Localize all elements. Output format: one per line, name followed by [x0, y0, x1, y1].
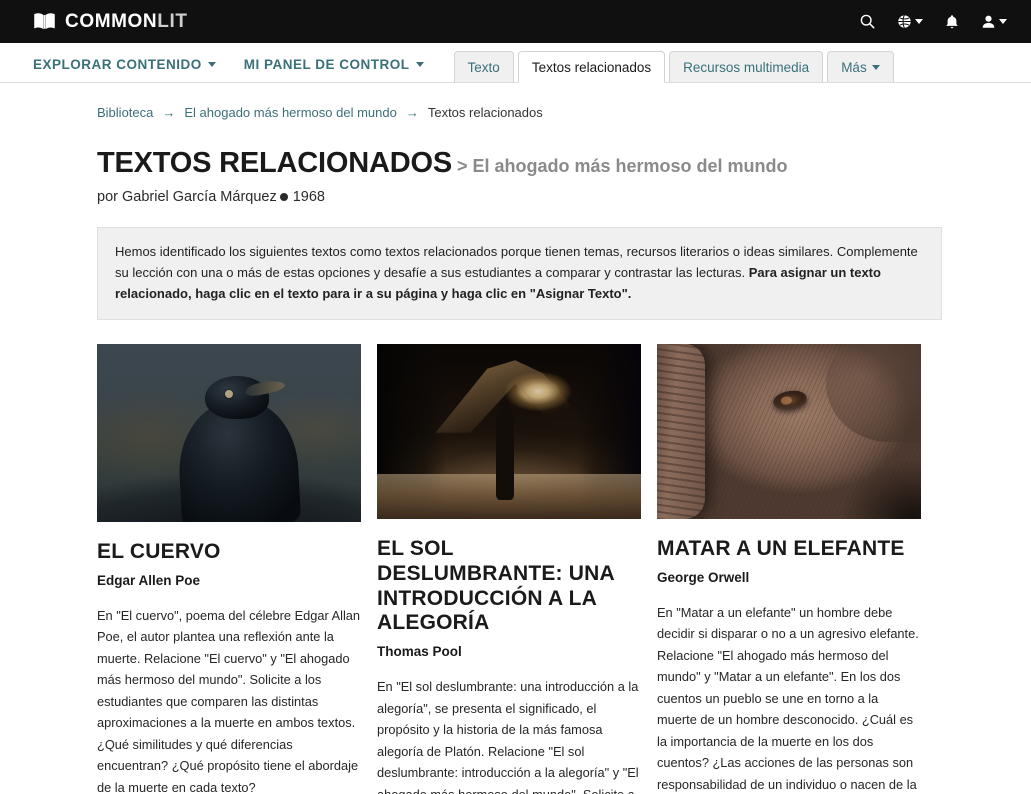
nav-mi-panel-de-control[interactable]: MI PANEL DE CONTROL [244, 57, 424, 72]
card-author: Edgar Allen Poe [97, 572, 201, 588]
page-title-text: TEXTOS RELACIONADOS [97, 147, 452, 179]
byline-year: 1968 [292, 189, 325, 205]
logo-wordmark: COMMONLIT [65, 12, 188, 31]
info-banner: Hemos identificado los siguientes textos… [97, 227, 942, 321]
main-nav: EXPLORAR CONTENIDO MI PANEL DE CONTROL T… [0, 43, 1031, 83]
elephant-photo[interactable] [657, 344, 921, 520]
page-title-subtitle: > El ahogado más hermoso del mundo [456, 156, 788, 176]
nav-label: EXPLORAR CONTENIDO [33, 57, 202, 72]
nav-label: MI PANEL DE CONTROL [243, 57, 410, 72]
card-description: En "Matar a un elefante" un hombre debe … [657, 604, 919, 792]
chevron-down-icon [415, 62, 424, 67]
card-description: En "El cuervo", poema del célebre Edgar … [97, 607, 361, 794]
page-header: TEXTOS RELACIONADOS > El ahogado más herm… [97, 143, 998, 205]
byline-author: por Gabriel García Márquez [97, 189, 277, 205]
card-author: Thomas Pool [377, 644, 462, 660]
related-text-card-el-cuervo[interactable]: EL CUERVO Edgar Allen Poe En "El cuervo"… [97, 344, 361, 794]
tab-recursos-multimedia[interactable]: Recursos multimedia [669, 51, 824, 82]
tab-label: Más [841, 59, 867, 75]
breadcrumb-arrow-icon: → [162, 105, 176, 120]
cave-photo[interactable] [377, 344, 641, 520]
globe-icon[interactable] [897, 14, 923, 29]
tab-mas[interactable]: Más [827, 51, 894, 82]
card-title: MATAR A UN ELEFANTE [657, 537, 905, 561]
byline-separator-dot [279, 192, 288, 201]
content-tabs: Texto Textos relacionados Recursos multi… [453, 51, 898, 83]
breadcrumb-arrow-icon: → [405, 105, 419, 120]
bell-icon[interactable] [945, 14, 959, 30]
chevron-down-icon [207, 62, 216, 67]
related-text-card-matar-a-un-elefante[interactable]: MATAR A UN ELEFANTE George Orwell En "Ma… [657, 344, 921, 794]
tab-textos-relacionados[interactable]: Textos relacionados [517, 51, 666, 83]
user-icon[interactable] [981, 14, 1007, 29]
breadcrumb-item-current: Textos relacionados [427, 105, 543, 120]
byline: por Gabriel García Márquez 1968 [97, 189, 998, 205]
related-text-card-el-sol-deslumbrante[interactable]: EL SOL DESLUMBRANTE: UNA INTRODUCCIÓN A … [377, 344, 641, 794]
card-description: En "El sol deslumbrante: una introducció… [377, 679, 639, 794]
page-content: Biblioteca → El ahogado más hermoso del … [0, 105, 1031, 794]
search-icon[interactable] [860, 14, 875, 29]
logo-lit: LIT [157, 11, 188, 32]
breadcrumb: Biblioteca → El ahogado más hermoso del … [97, 105, 998, 120]
tab-label: Texto [467, 59, 500, 75]
open-book-icon [33, 12, 56, 31]
card-author: George Orwell [657, 569, 750, 585]
top-bar: COMMONLIT [0, 0, 1031, 43]
related-texts-list: EL CUERVO Edgar Allen Poe En "El cuervo"… [97, 344, 957, 794]
top-bar-actions [860, 14, 1007, 30]
breadcrumb-item-texto[interactable]: El ahogado más hermoso del mundo [184, 105, 396, 120]
chevron-down-icon [999, 19, 1007, 24]
card-title: EL CUERVO [97, 540, 221, 564]
breadcrumb-item-biblioteca[interactable]: Biblioteca [97, 105, 153, 120]
nav-links: EXPLORAR CONTENIDO MI PANEL DE CONTROL [33, 57, 424, 82]
logo-common: COMMON [65, 11, 158, 32]
chevron-down-icon [871, 64, 880, 70]
nav-explorar-contenido[interactable]: EXPLORAR CONTENIDO [33, 57, 216, 72]
tab-label: Textos relacionados [531, 59, 652, 75]
page-title: TEXTOS RELACIONADOS > El ahogado más herm… [97, 143, 788, 179]
chevron-down-icon [915, 19, 923, 24]
tab-texto[interactable]: Texto [453, 51, 514, 82]
tab-label: Recursos multimedia [683, 59, 810, 75]
raven-photo[interactable] [97, 344, 361, 523]
commonlit-logo[interactable]: COMMONLIT [33, 12, 188, 31]
card-title: EL SOL DESLUMBRANTE: UNA INTRODUCCIÓN A … [377, 537, 615, 635]
